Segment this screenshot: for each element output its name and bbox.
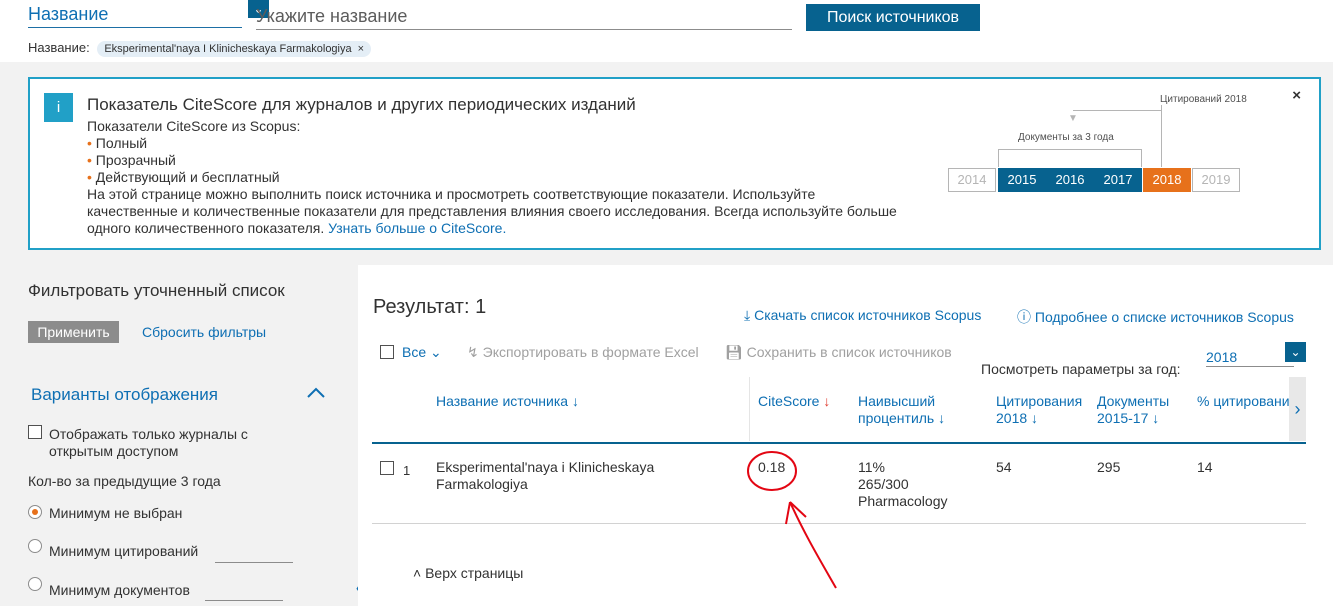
info-body: На этой странице можно выполнить поиск и… — [87, 186, 897, 236]
radio-min-citations[interactable] — [28, 539, 42, 553]
results-count: Результат: 1 — [373, 296, 487, 318]
radio-min-documents[interactable] — [28, 577, 42, 591]
percentile-value: 11% 265/300 Pharmacology — [858, 459, 948, 509]
count-label: Кол-во за предыдущие 3 года — [28, 473, 221, 489]
chevron-down-icon[interactable]: ⌄ — [1285, 342, 1306, 362]
info-title: Показатель CiteScore для журналов и друг… — [87, 95, 636, 114]
results-panel: Результат: 1 ⤓ Скачать список источников… — [358, 265, 1333, 606]
percent-cited-value: 14 — [1197, 459, 1213, 475]
year-box: 2019 — [1192, 168, 1240, 192]
learn-more-list-link[interactable]: ⓘ Подробнее о списке источников Scopus — [1017, 307, 1294, 327]
min-citations-input[interactable] — [215, 545, 293, 563]
chevron-up-icon[interactable] — [306, 383, 326, 403]
citescore-value: 0.18 — [758, 459, 786, 475]
active-filters: Название: Eksperimental'naya I Kliniches… — [28, 40, 372, 57]
search-sources-button[interactable]: Поиск источников — [806, 4, 980, 31]
export-icon: ↯ — [467, 344, 483, 360]
year-select-label: Посмотреть параметры за год: — [981, 361, 1181, 377]
learn-more-link[interactable]: Узнать больше о CiteScore. — [328, 220, 506, 236]
search-bar: Название ⌄ Поиск источников Название: Ek… — [0, 0, 1333, 62]
close-icon[interactable]: × — [358, 43, 364, 55]
info-subtitle: Показатели CiteScore из Scopus: — [87, 118, 301, 134]
back-to-top-link[interactable]: ˄ Верх страницы — [413, 565, 523, 581]
year-box: 2016 — [1046, 168, 1094, 192]
info-bullet: • Действующий и бесплатный — [87, 169, 280, 185]
info-circle-icon: ⓘ — [1017, 309, 1035, 325]
filter-sidebar: Фильтровать уточненный список Применить … — [0, 265, 363, 606]
radio-label: Минимум документов — [49, 582, 190, 598]
open-access-label: Отображать только журналы с открытым дос… — [49, 426, 248, 459]
select-all-checkbox[interactable] — [380, 345, 394, 359]
sidebar-title: Фильтровать уточненный список — [28, 281, 285, 300]
search-field-select[interactable]: Название ⌄ — [28, 0, 269, 28]
year-box: 2014 — [948, 168, 996, 192]
year-box: 2018 — [1143, 168, 1191, 192]
info-icon: i — [44, 93, 73, 122]
chevron-right-icon[interactable]: › — [1289, 377, 1306, 441]
diagram-bracket — [998, 149, 1142, 167]
row-number: 1 — [403, 463, 411, 478]
select-all-dropdown[interactable]: Все ⌄ — [402, 344, 442, 361]
arrow-down-icon: ▼ — [1068, 113, 1078, 124]
citations-value: 54 — [996, 459, 1012, 475]
col-source-name[interactable]: Название источника ↓ — [436, 393, 579, 410]
close-icon[interactable]: × — [1292, 87, 1301, 104]
search-field-value: Название — [28, 4, 109, 24]
diagram-documents-label: Документы за 3 года — [1018, 132, 1114, 143]
header-divider — [372, 442, 1306, 444]
reset-filters-link[interactable]: Сбросить фильтры — [142, 324, 266, 340]
download-icon: ⤓ — [744, 307, 755, 323]
radio-label: Минимум не выбран — [49, 505, 183, 521]
apply-button[interactable]: Применить — [28, 321, 119, 343]
radio-no-minimum[interactable] — [28, 505, 42, 519]
export-excel-button[interactable]: ↯ Экспортировать в формате Excel — [467, 344, 699, 361]
col-percent-cited[interactable]: % цитирования — [1197, 393, 1289, 410]
chevron-up-icon: ˄ — [413, 565, 426, 581]
col-percentile[interactable]: Наивысший процентиль ↓ — [858, 393, 945, 427]
col-citations[interactable]: Цитирования 2018 ↓ — [996, 393, 1082, 427]
column-divider — [749, 377, 750, 441]
documents-value: 295 — [1097, 459, 1121, 475]
row-checkbox[interactable] — [380, 461, 394, 475]
download-list-link[interactable]: ⤓ Скачать список источников Scopus — [744, 307, 981, 324]
info-bullet: • Полный — [87, 135, 148, 151]
filter-chip[interactable]: Eksperimental'naya I Klinicheskaya Farma… — [97, 41, 372, 57]
source-title-input[interactable] — [256, 0, 792, 30]
source-title-link[interactable]: Eksperimental'naya i Klinicheskaya Farmak… — [436, 459, 654, 493]
year-select[interactable]: 2018 — [1206, 349, 1294, 367]
open-access-checkbox[interactable] — [28, 425, 42, 439]
filter-chip-label: Eksperimental'naya I Klinicheskaya Farma… — [104, 43, 352, 55]
row-divider — [372, 523, 1306, 524]
diagram-citations-label: Цитирований 2018 — [1160, 94, 1247, 105]
chevron-down-icon: ⌄ — [430, 344, 442, 360]
col-citescore[interactable]: CiteScore ↓ — [758, 393, 830, 410]
save-to-list-button[interactable]: 💾︎ Сохранить в список источников — [725, 344, 952, 361]
info-bullet: • Прозрачный — [87, 152, 176, 168]
col-documents[interactable]: Документы 2015-17 ↓ — [1097, 393, 1169, 427]
year-box: 2017 — [1094, 168, 1142, 192]
citescore-info-box: i Показатель CiteScore для журналов и др… — [28, 77, 1321, 250]
diagram-line — [1161, 105, 1162, 167]
year-box: 2015 — [998, 168, 1046, 192]
save-icon: 💾︎ — [725, 344, 747, 360]
filter-label: Название: — [28, 40, 90, 55]
min-documents-input[interactable] — [205, 583, 283, 601]
info-text: Показатели CiteScore из Scopus: • Полный… — [87, 118, 907, 237]
display-options-title[interactable]: Варианты отображения — [31, 385, 218, 405]
radio-label: Минимум цитирований — [49, 543, 199, 559]
diagram-line — [1073, 110, 1161, 111]
